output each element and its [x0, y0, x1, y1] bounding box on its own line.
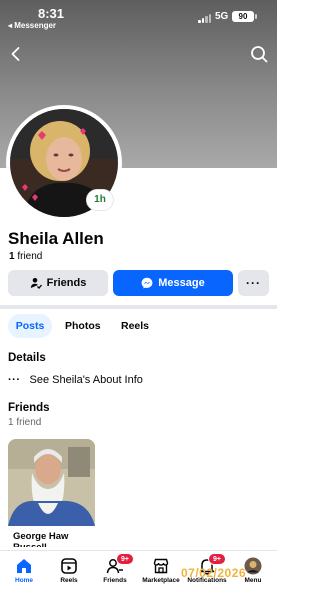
nav-home[interactable]: Home [0, 551, 48, 600]
friends-count-subtitle: 1 friend [8, 417, 42, 428]
tab-posts[interactable]: Posts [8, 314, 52, 338]
network-label: 5G [215, 11, 229, 22]
friends-badge: 9+ [116, 553, 134, 565]
nav-friends-label: Friends [103, 577, 127, 584]
marketplace-icon [153, 558, 169, 574]
active-status-badge: 1h [87, 190, 113, 210]
section-divider [0, 305, 277, 309]
friend-check-icon [30, 278, 42, 289]
tab-photos[interactable]: Photos [65, 314, 101, 338]
friends-button[interactable]: Friends [8, 270, 108, 296]
battery-icon: 90 [232, 11, 254, 22]
back-arrow-icon[interactable] [6, 44, 26, 64]
friend-count-word: friend [17, 251, 43, 262]
messenger-icon [141, 277, 153, 289]
nav-friends[interactable]: 9+ Friends [91, 551, 139, 600]
home-icon [17, 559, 31, 573]
friends-heading: Friends [8, 402, 50, 414]
back-to-messenger[interactable]: ◂ Messenger [8, 21, 56, 30]
about-info-link[interactable]: ··· See Sheila's About Info [8, 374, 143, 386]
more-options-button[interactable]: ··· [238, 270, 269, 296]
nav-marketplace-label: Marketplace [142, 577, 180, 584]
friends-button-label: Friends [46, 277, 87, 289]
notifications-badge: 9+ [208, 553, 226, 565]
reels-icon [61, 558, 77, 574]
more-dots-icon: ··· [8, 374, 21, 386]
message-button[interactable]: Message [113, 270, 233, 296]
message-button-label: Message [158, 277, 205, 289]
nav-marketplace[interactable]: Marketplace [137, 551, 185, 600]
about-info-label: See Sheila's About Info [29, 374, 143, 386]
tab-reels[interactable]: Reels [121, 314, 149, 338]
friend-photo [8, 439, 95, 526]
battery-tip [255, 14, 257, 19]
date-watermark: 07/02/2026 [181, 566, 247, 580]
nav-reels[interactable]: Reels [45, 551, 93, 600]
profile-name: Sheila Allen [8, 229, 104, 248]
status-time: 8:31 [38, 6, 65, 21]
friend-name: George Haw Russell [13, 531, 69, 547]
avatar-icon [244, 557, 262, 575]
friend-card[interactable]: George Haw Russell [8, 439, 95, 547]
nav-home-label: Home [14, 577, 34, 584]
search-icon[interactable] [249, 44, 269, 64]
status-bar: 8:31 ◂ Messenger 5G 90 [0, 0, 277, 34]
nav-reels-label: Reels [60, 577, 78, 584]
details-heading: Details [8, 352, 46, 364]
signal-icon [198, 13, 212, 23]
friend-count[interactable]: 1 friend [9, 251, 42, 262]
friend-count-number: 1 [9, 251, 15, 262]
